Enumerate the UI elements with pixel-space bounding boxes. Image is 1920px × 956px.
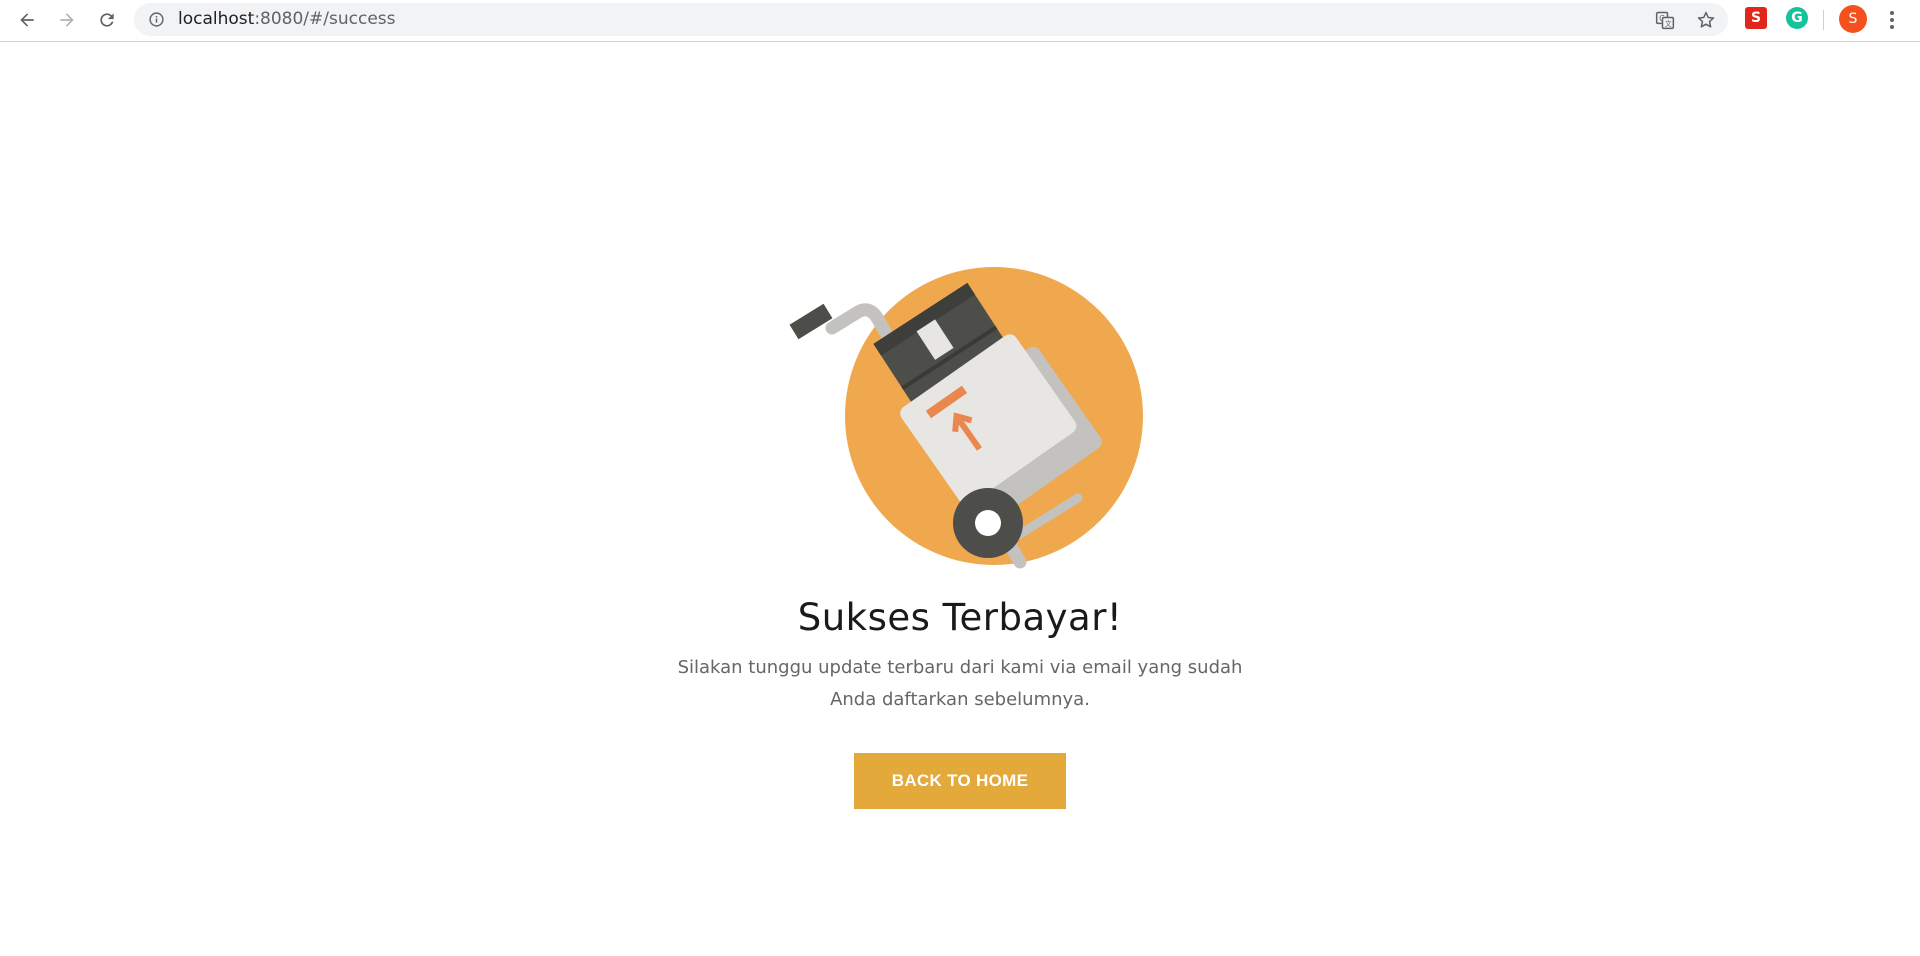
hand-truck-illustration (789, 267, 1143, 569)
url-text[interactable]: localhost:8080/#/success (178, 3, 396, 36)
back-to-home-button[interactable]: BACK TO HOME (854, 753, 1066, 809)
translate-icon[interactable]: G 文 (1654, 9, 1676, 31)
url-host: localhost (178, 9, 255, 29)
truck-grip (789, 303, 833, 340)
svg-text:文: 文 (1665, 19, 1672, 28)
reload-icon[interactable] (91, 4, 123, 36)
profile-avatar[interactable]: S (1839, 5, 1867, 33)
bookmark-star-icon[interactable] (1695, 9, 1717, 31)
more-menu-icon[interactable] (1880, 6, 1904, 34)
toolbar-separator (1823, 10, 1824, 30)
browser-toolbar: localhost:8080/#/success G 文 S G S (0, 0, 1920, 42)
extension-s-icon[interactable]: S (1745, 7, 1767, 29)
success-title: Sukses Terbayar! (797, 596, 1123, 639)
success-message-line-2: Anda daftarkan sebelumnya. (830, 689, 1090, 710)
site-info-icon[interactable] (148, 11, 165, 28)
url-path: :8080/#/success (254, 9, 396, 29)
grammarly-icon[interactable]: G (1786, 7, 1808, 29)
forward-icon[interactable] (51, 4, 83, 36)
address-bar[interactable]: localhost:8080/#/success G 文 (134, 3, 1728, 36)
success-message-line-1: Silakan tunggu update terbaru dari kami … (677, 657, 1243, 678)
back-icon[interactable] (11, 4, 43, 36)
success-message: Silakan tunggu update terbaru dari kami … (660, 652, 1260, 716)
